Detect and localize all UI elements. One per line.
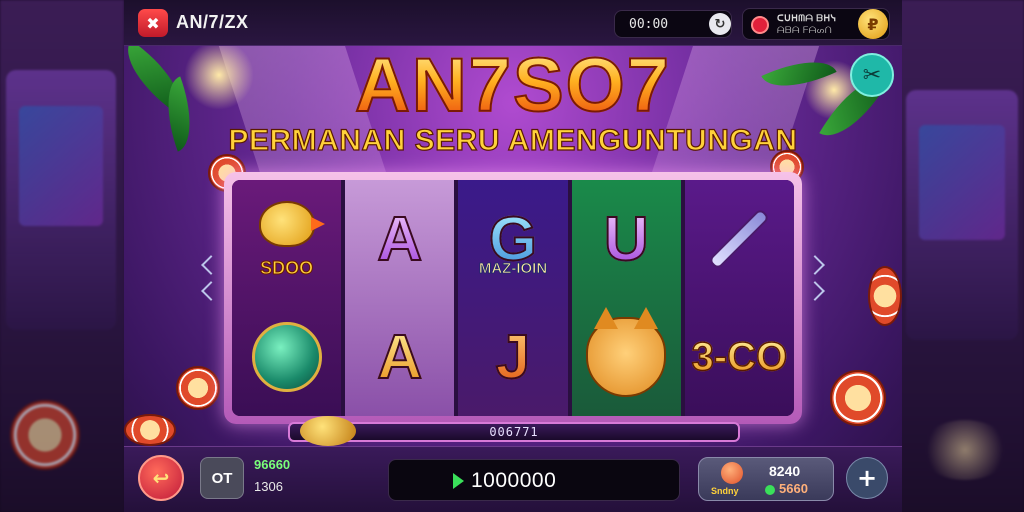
orb-icon — [251, 322, 322, 392]
stats-label: Sndny — [711, 486, 739, 496]
symbol-letter: A — [352, 191, 448, 287]
bet-value-secondary: 1306 — [254, 479, 283, 494]
spin-button[interactable]: 1000000 — [388, 459, 680, 501]
play-icon — [453, 473, 464, 489]
cat-icon — [586, 307, 667, 397]
reel-3: G MAZ-IOIN J — [458, 180, 568, 416]
close-icon[interactable]: ✂ — [850, 53, 894, 97]
slot-machine-backdrop — [906, 90, 1018, 340]
symbol-label: MAZ-IOIN — [478, 260, 548, 278]
game-title: AN7SO7 — [124, 42, 902, 129]
slot-machine-backdrop — [6, 70, 116, 330]
balance-value: 00:00 — [629, 17, 669, 32]
symbol-text: J — [495, 322, 532, 393]
chip-decoration — [176, 366, 220, 410]
spin-value: 1000000 — [471, 469, 557, 492]
symbol-letter: A — [352, 309, 448, 405]
symbol-text: 3-CO — [691, 334, 788, 380]
reel-4: U — [571, 180, 681, 416]
reels: SDOO A A G MAZ-IOIN J U 3-CO — [232, 180, 794, 416]
symbol-cat — [578, 307, 674, 405]
avatar — [751, 16, 769, 34]
background-right — [900, 0, 1024, 512]
stats-value-secondary: 5660 — [779, 481, 808, 496]
symbol-label: SDOO — [260, 258, 314, 279]
chevron-left-icon[interactable] — [201, 255, 221, 275]
symbol-number: 3-CO — [691, 309, 788, 405]
symbol-sword — [691, 191, 787, 287]
coin-icon[interactable]: ₽ — [858, 9, 888, 39]
bet-value-primary: 96660 — [254, 457, 291, 472]
add-icon[interactable]: + — [846, 457, 888, 499]
symbol-bird: SDOO — [239, 191, 335, 287]
stats-panel[interactable]: Sndny 8240 5660 — [698, 457, 834, 501]
chevron-left-icon — [201, 281, 221, 301]
user-name: ᑕᑌᕼᗰᗩ ᗷᕼᓭ — [777, 13, 837, 23]
back-icon[interactable]: ↩ — [138, 455, 184, 501]
stats-value-primary: 8240 — [769, 463, 801, 479]
symbol-letter: U — [578, 191, 674, 287]
symbol-letter: J — [465, 309, 561, 405]
game-screen: ✖ AN/7/ZX 00:00 ↻ ᑕᑌᕼᗰᗩ ᗷᕼᓭ ᗩᗷᗩ ᖴᗩᔕᑎ ₽ A… — [124, 0, 902, 512]
logo-icon[interactable]: ✖ — [138, 9, 168, 37]
app-title: AN/7/ZX — [176, 12, 249, 32]
chip-decoration — [10, 400, 80, 470]
sword-icon — [711, 210, 768, 268]
coin-stack-icon — [300, 416, 356, 446]
character-icon — [721, 462, 743, 484]
refresh-icon[interactable]: ↻ — [709, 13, 731, 35]
chip-decoration — [830, 370, 886, 426]
gem-icon — [765, 485, 775, 495]
reel-1: SDOO — [232, 180, 342, 416]
chevron-right-icon — [805, 281, 825, 301]
reel-2: A A — [345, 180, 455, 416]
reel-frame: SDOO A A G MAZ-IOIN J U 3-CO — [224, 172, 802, 424]
reel-5: 3-CO — [684, 180, 794, 416]
symbol-text: U — [603, 204, 650, 275]
background-left — [0, 0, 124, 512]
user-subtitle: ᗩᗷᗩ ᖴᗩᔕᑎ — [777, 25, 833, 35]
symbol-text: A — [376, 322, 423, 393]
light-glow — [920, 420, 1010, 480]
chip-decoration — [868, 266, 902, 326]
symbol-text: A — [376, 204, 423, 275]
win-value: 006771 — [489, 425, 539, 439]
bird-icon — [258, 201, 325, 247]
top-bar: ✖ AN/7/ZX 00:00 ↻ ᑕᑌᕼᗰᗩ ᗷᕼᓭ ᗩᗷᗩ ᖴᗩᔕᑎ ₽ — [124, 0, 902, 46]
chevron-right-icon[interactable] — [805, 255, 825, 275]
symbol-letter: G MAZ-IOIN — [465, 191, 561, 287]
symbol-orb — [239, 309, 335, 405]
chip-decoration — [124, 414, 176, 446]
control-bar: ↩ OT 96660 1306 1000000 Sndny 8240 5660 … — [124, 446, 902, 512]
bet-button[interactable]: OT — [200, 457, 244, 499]
